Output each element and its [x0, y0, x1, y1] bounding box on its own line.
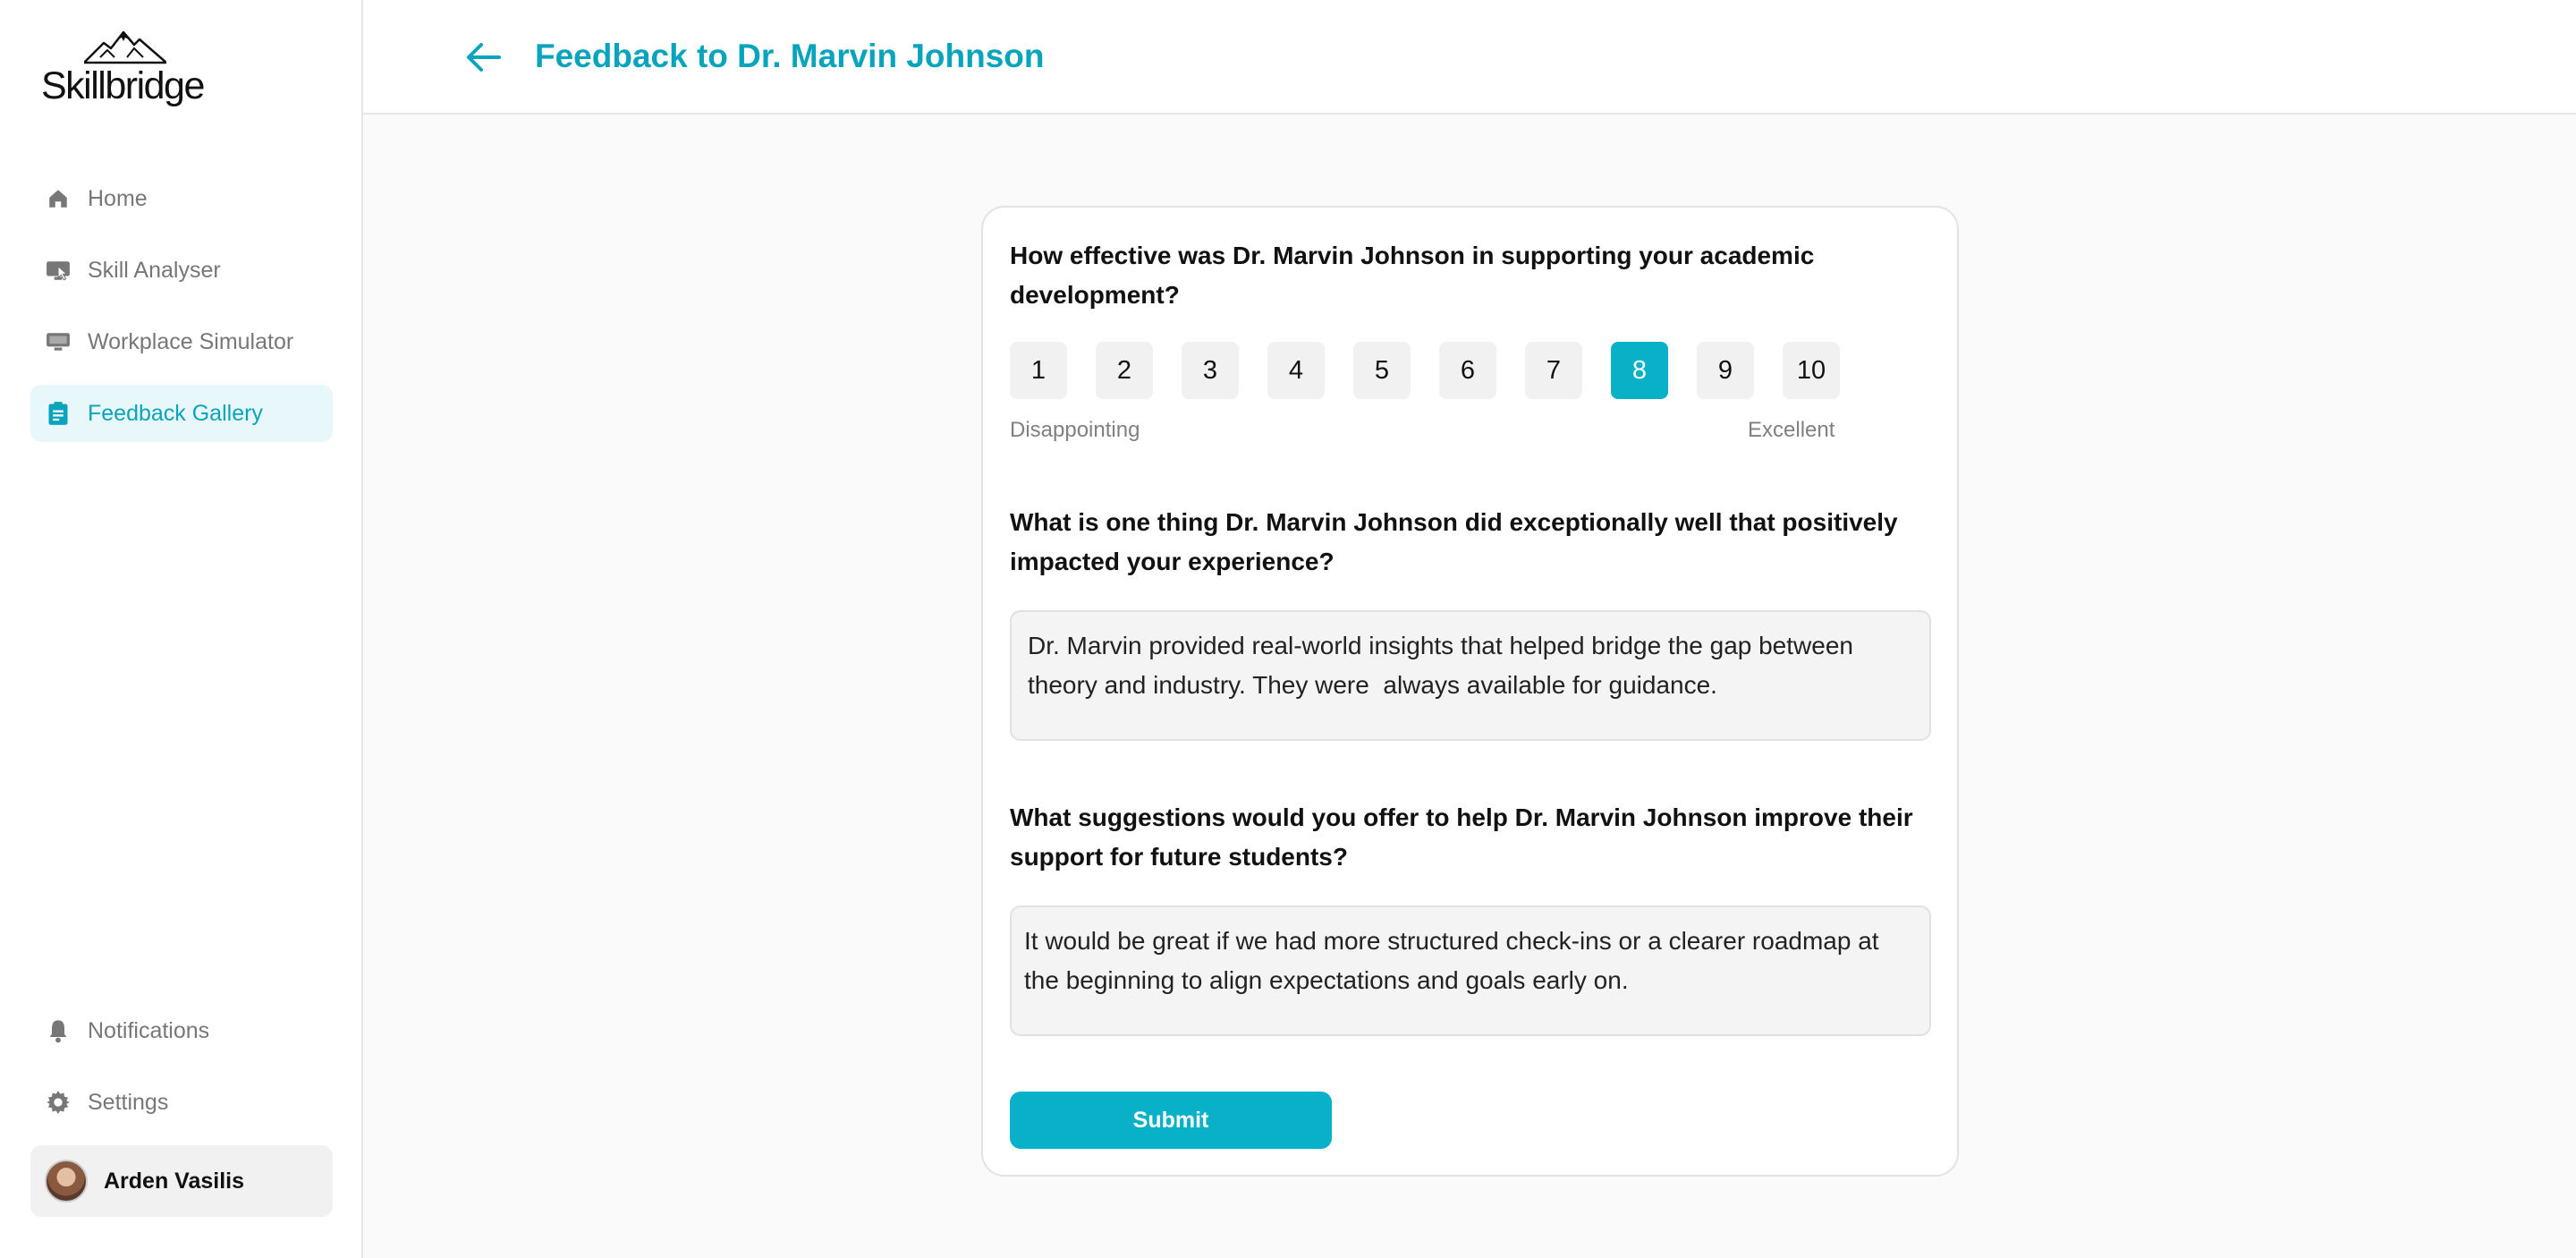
sidebar-item-feedback-gallery[interactable]: Feedback Gallery	[30, 385, 333, 442]
back-button[interactable]	[462, 36, 504, 79]
sidebar-item-label: Notifications	[88, 1017, 210, 1043]
scale-max-label: Excellent	[1748, 418, 1835, 442]
avatar	[45, 1160, 88, 1203]
bell-icon	[45, 1017, 72, 1044]
feedback-form-card: How effective was Dr. Marvin Johnson in …	[981, 206, 1959, 1177]
rating-option-10[interactable]: 10	[1783, 342, 1840, 399]
sidebar-item-home[interactable]: Home	[30, 170, 333, 227]
page-header: Feedback to Dr. Marvin Johnson	[363, 0, 2576, 115]
rating-option-5[interactable]: 5	[1353, 342, 1411, 399]
logo-text: Skillbridge	[41, 64, 205, 107]
scale-min-label: Disappointing	[1010, 418, 1140, 442]
submit-button[interactable]: Submit	[1010, 1092, 1332, 1149]
question-2: What is one thing Dr. Marvin Johnson did…	[1010, 508, 1898, 575]
mountain-logo-icon	[84, 30, 166, 64]
sidebar-item-label: Workplace Simulator	[88, 328, 294, 354]
sidebar-item-label: Skill Analyser	[88, 257, 221, 283]
rating-option-1[interactable]: 1	[1010, 342, 1067, 399]
question-1: How effective was Dr. Marvin Johnson in …	[1010, 242, 1815, 309]
sidebar: Skillbridge Home Skill Analyser Workplac…	[0, 0, 363, 1258]
rating-option-2[interactable]: 2	[1096, 342, 1153, 399]
rating-scale: 1 2 3 4 5 6 7 8 9 10	[1010, 342, 1840, 399]
sidebar-item-label: Feedback Gallery	[88, 400, 263, 426]
rating-option-6[interactable]: 6	[1439, 342, 1496, 399]
sidebar-item-label: Settings	[88, 1089, 169, 1115]
user-name: Arden Vasilis	[104, 1168, 245, 1194]
user-profile-card[interactable]: Arden Vasilis	[30, 1145, 333, 1217]
app-logo[interactable]: Skillbridge	[41, 30, 220, 111]
sidebar-item-skill-analyser[interactable]: Skill Analyser	[30, 242, 333, 299]
arrow-left-icon	[467, 43, 501, 72]
sidebar-item-notifications[interactable]: Notifications	[30, 1002, 333, 1059]
rating-option-3[interactable]: 3	[1182, 342, 1239, 399]
answer-3-textarea[interactable]: It would be great if we had more structu…	[1010, 905, 1931, 1036]
sidebar-item-label: Home	[88, 185, 148, 211]
sidebar-item-workplace-simulator[interactable]: Workplace Simulator	[30, 313, 333, 370]
answer-2-textarea[interactable]: Dr. Marvin provided real-world insights …	[1010, 610, 1931, 741]
monitor-cursor-icon	[45, 257, 72, 284]
page-title: Feedback to Dr. Marvin Johnson	[535, 38, 1045, 74]
gear-icon	[45, 1089, 72, 1116]
rating-option-9[interactable]: 9	[1697, 342, 1754, 399]
sidebar-item-settings[interactable]: Settings	[30, 1074, 333, 1131]
rating-option-7[interactable]: 7	[1525, 342, 1582, 399]
rating-option-4[interactable]: 4	[1267, 342, 1325, 399]
rating-option-8[interactable]: 8	[1611, 342, 1668, 399]
question-3: What suggestions would you offer to help…	[1010, 803, 1913, 871]
home-icon	[45, 185, 72, 212]
desktop-icon	[45, 328, 72, 355]
clipboard-icon	[45, 400, 72, 427]
